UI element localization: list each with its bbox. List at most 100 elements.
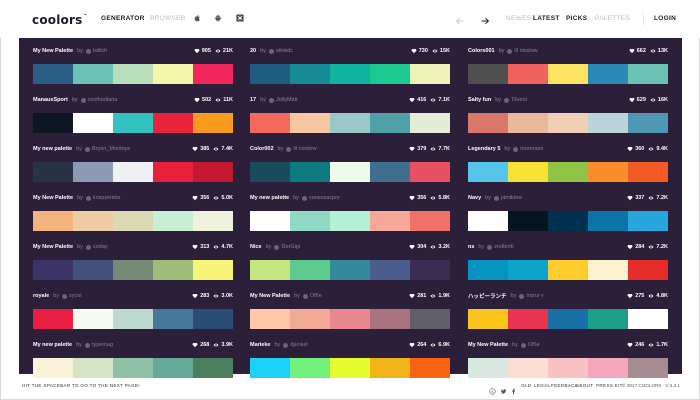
color-swatch[interactable] — [588, 309, 628, 329]
palette-card[interactable]: Navy by jamiklow 337 7.2K — [468, 191, 668, 231]
palette-author[interactable]: DorGigi — [281, 244, 300, 250]
palette-name[interactable]: 20 — [250, 48, 256, 54]
palette-author[interactable]: lil nisslow — [293, 146, 316, 152]
nav-latest[interactable]: LATEST — [533, 15, 560, 22]
color-swatch[interactable] — [33, 358, 73, 378]
color-swatch[interactable] — [548, 64, 588, 84]
color-swatch[interactable] — [628, 309, 668, 329]
palette-author[interactable]: krispykriets — [93, 195, 121, 201]
color-swatch[interactable] — [548, 358, 588, 378]
palette-swatches[interactable] — [250, 64, 450, 84]
heart-icon[interactable] — [627, 342, 633, 348]
color-swatch[interactable] — [508, 113, 548, 133]
color-swatch[interactable] — [370, 211, 410, 231]
palette-card[interactable]: royale by sycol 283 3.0K — [33, 289, 233, 329]
footer-link-about[interactable]: ABOUT — [576, 383, 593, 388]
color-swatch[interactable] — [370, 260, 410, 280]
color-swatch[interactable] — [330, 309, 370, 329]
nav-generator[interactable]: GENERATOR — [101, 15, 145, 22]
palette-card[interactable]: Nice by DorGigi 304 3.2K — [250, 240, 450, 280]
palette-swatches[interactable] — [33, 309, 233, 329]
palette-swatches[interactable] — [468, 358, 668, 378]
palette-swatches[interactable] — [250, 162, 450, 182]
palette-swatches[interactable] — [250, 113, 450, 133]
shopping-icon[interactable]: $ — [489, 382, 496, 395]
palette-name[interactable]: My New Palette — [33, 195, 73, 201]
palette-author[interactable]: JollyMatt — [276, 97, 298, 103]
color-swatch[interactable] — [73, 113, 113, 133]
color-swatch[interactable] — [508, 260, 548, 280]
color-swatch[interactable] — [113, 260, 153, 280]
palette-author[interactable]: Of6e — [310, 293, 322, 299]
footer-link-press-kit[interactable]: PRESS KIT — [596, 383, 623, 388]
color-swatch[interactable] — [250, 309, 290, 329]
palette-card[interactable]: My New Palette by bdilch 905 21K — [33, 44, 233, 84]
palette-card[interactable]: Salty fun by Tilvero 629 16K — [468, 93, 668, 133]
color-swatch[interactable] — [290, 309, 330, 329]
palette-name[interactable]: Colors001 — [468, 48, 495, 54]
color-swatch[interactable] — [410, 113, 450, 133]
color-swatch[interactable] — [628, 260, 668, 280]
color-swatch[interactable] — [73, 64, 113, 84]
palette-author[interactable]: jamiklow — [501, 195, 522, 201]
color-swatch[interactable] — [153, 113, 193, 133]
color-swatch[interactable] — [250, 162, 290, 182]
heart-icon[interactable] — [192, 342, 198, 348]
palette-name[interactable]: Nice — [250, 244, 262, 250]
color-swatch[interactable] — [33, 309, 73, 329]
color-swatch[interactable] — [588, 211, 628, 231]
heart-icon[interactable] — [409, 195, 415, 201]
color-swatch[interactable] — [370, 162, 410, 182]
palette-card[interactable]: My new palette by Bryen_Montoye 385 7.4K — [33, 142, 233, 182]
palette-author[interactable]: bdilch — [93, 48, 107, 54]
nav-picks[interactable]: PICKS — [566, 15, 587, 22]
heart-icon[interactable] — [192, 293, 198, 299]
palette-author[interactable]: morenam — [520, 146, 543, 152]
palette-swatches[interactable] — [468, 64, 668, 84]
color-swatch[interactable] — [588, 358, 628, 378]
nav-palettes[interactable]: PALETTES — [595, 15, 630, 22]
palette-swatches[interactable] — [33, 211, 233, 231]
color-swatch[interactable] — [290, 64, 330, 84]
heart-icon[interactable] — [409, 293, 415, 299]
color-swatch[interactable] — [290, 260, 330, 280]
footer-link-feedback[interactable]: FEEDBACK — [551, 383, 578, 388]
palette-card[interactable]: My New Palette by Of6e 246 1.7K — [468, 338, 668, 378]
color-swatch[interactable] — [548, 113, 588, 133]
color-swatch[interactable] — [468, 113, 508, 133]
coolors-logo[interactable]: coolors™ — [32, 13, 88, 27]
palette-author[interactable]: typemag — [92, 342, 113, 348]
color-swatch[interactable] — [548, 162, 588, 182]
color-swatch[interactable] — [468, 162, 508, 182]
color-swatch[interactable] — [588, 64, 628, 84]
color-swatch[interactable] — [290, 358, 330, 378]
color-swatch[interactable] — [113, 211, 153, 231]
heart-icon[interactable] — [627, 293, 633, 299]
palette-card[interactable]: ハッピーランチ by mizur-r 275 4.8K — [468, 289, 668, 329]
color-swatch[interactable] — [548, 211, 588, 231]
color-swatch[interactable] — [250, 358, 290, 378]
color-swatch[interactable] — [410, 162, 450, 182]
color-swatch[interactable] — [370, 64, 410, 84]
color-swatch[interactable] — [508, 64, 548, 84]
palette-swatches[interactable] — [250, 358, 450, 378]
color-swatch[interactable] — [153, 162, 193, 182]
palette-name[interactable]: My new palette — [33, 342, 72, 348]
palette-name[interactable]: My New Palette — [33, 48, 73, 54]
color-swatch[interactable] — [290, 162, 330, 182]
palette-card[interactable]: ManausSport by coolhodiana 502 11K — [33, 93, 233, 133]
palette-swatches[interactable] — [250, 260, 450, 280]
color-swatch[interactable] — [73, 211, 113, 231]
color-swatch[interactable] — [508, 162, 548, 182]
palette-author[interactable]: Tilvero — [511, 97, 527, 103]
color-swatch[interactable] — [33, 64, 73, 84]
palette-swatches[interactable] — [33, 260, 233, 280]
color-swatch[interactable] — [330, 162, 370, 182]
palette-swatches[interactable] — [468, 260, 668, 280]
color-swatch[interactable] — [153, 64, 193, 84]
color-swatch[interactable] — [410, 309, 450, 329]
heart-icon[interactable] — [192, 244, 198, 250]
color-swatch[interactable] — [113, 64, 153, 84]
heart-icon[interactable] — [192, 146, 198, 152]
color-swatch[interactable] — [290, 211, 330, 231]
